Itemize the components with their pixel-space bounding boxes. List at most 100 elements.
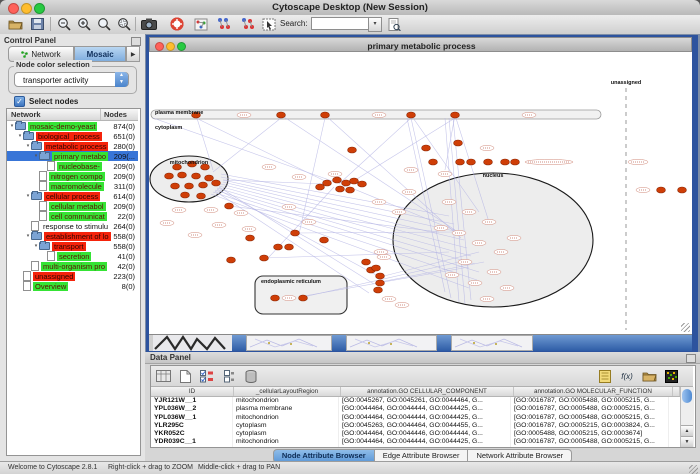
graph-node[interactable] bbox=[467, 159, 476, 165]
graph-node[interactable] bbox=[407, 112, 416, 118]
unselect-attributes-icon[interactable] bbox=[220, 368, 238, 384]
save-icon[interactable] bbox=[28, 16, 46, 32]
canvas-resize-grip[interactable] bbox=[681, 323, 690, 332]
graph-node[interactable] bbox=[376, 273, 385, 279]
scrollbar-thumb[interactable] bbox=[682, 389, 692, 403]
tree-row[interactable]: ▾establishment of lo558(0) bbox=[7, 231, 138, 241]
graph-node[interactable] bbox=[346, 187, 355, 193]
table-row[interactable]: YPL036W__1mitochondrion[GO:0044464, GO:0… bbox=[151, 414, 680, 422]
graph-node[interactable] bbox=[185, 183, 194, 189]
table-cell[interactable]: [GO:0016787, GO:0005488, GO:0005215, G..… bbox=[511, 405, 669, 413]
graph-node[interactable] bbox=[657, 187, 666, 193]
graph-edge[interactable] bbox=[325, 115, 461, 238]
table-cell[interactable]: YKR052C bbox=[151, 430, 233, 438]
table-cell[interactable]: cytoplasm bbox=[233, 422, 339, 430]
graph-node[interactable] bbox=[342, 180, 351, 186]
window-resize-grip[interactable] bbox=[689, 465, 698, 474]
graph-node[interactable] bbox=[456, 159, 465, 165]
table-cell[interactable]: [GO:0044464, GO:0044444, GO:0044425, G..… bbox=[339, 414, 511, 422]
tree-column-divider[interactable] bbox=[100, 109, 101, 120]
tree-column-nodes[interactable]: Nodes bbox=[104, 110, 127, 119]
graph-node[interactable] bbox=[451, 112, 460, 118]
column-header[interactable]: annotation.GO MOLECULAR_FUNCTION bbox=[514, 387, 673, 396]
search-input[interactable] bbox=[311, 17, 369, 30]
table-cell[interactable]: YLR295C bbox=[151, 422, 233, 430]
table-cell[interactable]: [GO:0005488, GO:0005215, GO:0003674] bbox=[511, 430, 669, 438]
background-window-titlebar[interactable] bbox=[332, 335, 346, 351]
tree-row[interactable]: macromolecule311(0) bbox=[7, 181, 138, 191]
background-window-titlebar[interactable] bbox=[437, 335, 451, 351]
graph-node[interactable] bbox=[299, 295, 308, 301]
zoom-in-icon[interactable] bbox=[75, 16, 93, 32]
matrix-icon[interactable] bbox=[662, 368, 680, 384]
tree-column-network[interactable]: Network bbox=[11, 110, 41, 119]
graph-node[interactable] bbox=[316, 184, 325, 190]
network-view-frame[interactable]: primary metabolic process plasma membran… bbox=[146, 35, 698, 352]
snapshot-icon[interactable] bbox=[140, 16, 158, 32]
table-scrollbar[interactable]: ▲ ▼ bbox=[680, 387, 694, 447]
table-cell[interactable]: YPL036W__2 bbox=[151, 405, 233, 413]
tree-row[interactable]: multi-organism pro42(0) bbox=[7, 261, 138, 271]
graph-edge[interactable] bbox=[213, 118, 281, 172]
graph-node[interactable] bbox=[291, 230, 300, 236]
tree-row[interactable]: cell communicat22(0) bbox=[7, 211, 138, 221]
select-attributes-icon[interactable] bbox=[154, 368, 172, 384]
background-window-titlebar[interactable] bbox=[533, 335, 692, 351]
table-cell[interactable]: [GO:0016787, GO:0005215, GO:0003824, G..… bbox=[511, 422, 669, 430]
table-cell[interactable]: [GO:0016787, GO:0005488, GO:0005215, G..… bbox=[511, 397, 669, 405]
network-frame-titlebar[interactable]: primary metabolic process bbox=[149, 37, 692, 52]
graph-node[interactable] bbox=[511, 159, 520, 165]
column-header[interactable]: ID bbox=[151, 387, 234, 396]
table-row[interactable]: YLR295Ccytoplasm[GO:0045263, GO:0044464,… bbox=[151, 422, 680, 430]
background-window-thumbnail[interactable] bbox=[153, 335, 232, 351]
graph-node[interactable] bbox=[484, 159, 493, 165]
table-cell[interactable]: [GO:0045267, GO:0045261, GO:0044464, G..… bbox=[339, 397, 511, 405]
graph-node[interactable] bbox=[454, 140, 463, 146]
graph-node[interactable] bbox=[429, 159, 438, 165]
float-panel-icon[interactable] bbox=[131, 37, 141, 46]
graph-node[interactable] bbox=[205, 175, 214, 181]
network-icon[interactable] bbox=[192, 16, 210, 32]
attribute-checklist-icon[interactable] bbox=[198, 368, 216, 384]
tab-scroll-arrow[interactable]: ▶ bbox=[126, 46, 140, 62]
graph-node[interactable] bbox=[285, 244, 294, 250]
tree-row[interactable]: ▾cellular process614(0) bbox=[7, 191, 138, 201]
network-graph[interactable]: plasma membranecytoplasmmitochondrionnuc… bbox=[149, 52, 692, 334]
graph-node[interactable] bbox=[376, 280, 385, 286]
table-row[interactable]: YKR052Ccytoplasm[GO:0044464, GO:0044446,… bbox=[151, 430, 680, 438]
tree-row[interactable]: ▾mosaic-demo-yeast874(0) bbox=[7, 121, 138, 131]
new-attribute-icon[interactable] bbox=[176, 368, 194, 384]
node-color-dropdown[interactable]: transporter activity ▲▼ bbox=[14, 72, 129, 87]
tree-row[interactable]: ▾metabolic process280(0) bbox=[7, 141, 138, 151]
graph-node[interactable] bbox=[165, 173, 174, 179]
float-panel-icon[interactable] bbox=[686, 354, 696, 363]
table-row[interactable]: YPL036W__2plasma membrane[GO:0044464, GO… bbox=[151, 405, 680, 413]
table-cell[interactable]: mitochondrion bbox=[233, 438, 339, 446]
tree-row[interactable]: unassigned223(0) bbox=[7, 271, 138, 281]
vizmap-icon-1[interactable] bbox=[214, 16, 232, 32]
help-icon[interactable] bbox=[168, 16, 186, 32]
tree-row[interactable]: ▾biological_process651(0) bbox=[7, 131, 138, 141]
table-cell[interactable]: mitochondrion bbox=[233, 414, 339, 422]
tree-row[interactable]: ▾transport558(0) bbox=[7, 241, 138, 251]
background-window-thumbnail[interactable] bbox=[246, 335, 332, 351]
graph-node[interactable] bbox=[336, 186, 345, 192]
background-window-thumbnail[interactable] bbox=[451, 335, 533, 351]
graph-node[interactable] bbox=[181, 192, 190, 198]
background-window-thumbnail[interactable] bbox=[346, 335, 437, 351]
graph-node[interactable] bbox=[225, 203, 234, 209]
graph-node[interactable] bbox=[348, 147, 357, 153]
graph-node[interactable] bbox=[178, 172, 187, 178]
table-cell[interactable]: YDR039C__1 bbox=[151, 438, 233, 446]
tree-row[interactable]: nitrogen compo209(0) bbox=[7, 171, 138, 181]
graph-node[interactable] bbox=[271, 295, 280, 301]
scroll-down-arrow[interactable]: ▼ bbox=[681, 436, 693, 447]
tree-row[interactable]: response to stimulu264(0) bbox=[7, 221, 138, 231]
graph-node[interactable] bbox=[320, 237, 329, 243]
table-cell[interactable]: plasma membrane bbox=[233, 405, 339, 413]
table-cell[interactable]: YPL036W__1 bbox=[151, 414, 233, 422]
graph-node[interactable] bbox=[192, 173, 201, 179]
table-cell[interactable]: [GO:0016787, GO:0005488, GO:0005215, G..… bbox=[511, 438, 669, 446]
table-cell[interactable]: [GO:0044464, GO:0044444, GO:0044425, G..… bbox=[339, 405, 511, 413]
vizmap-icon-2[interactable] bbox=[238, 16, 256, 32]
